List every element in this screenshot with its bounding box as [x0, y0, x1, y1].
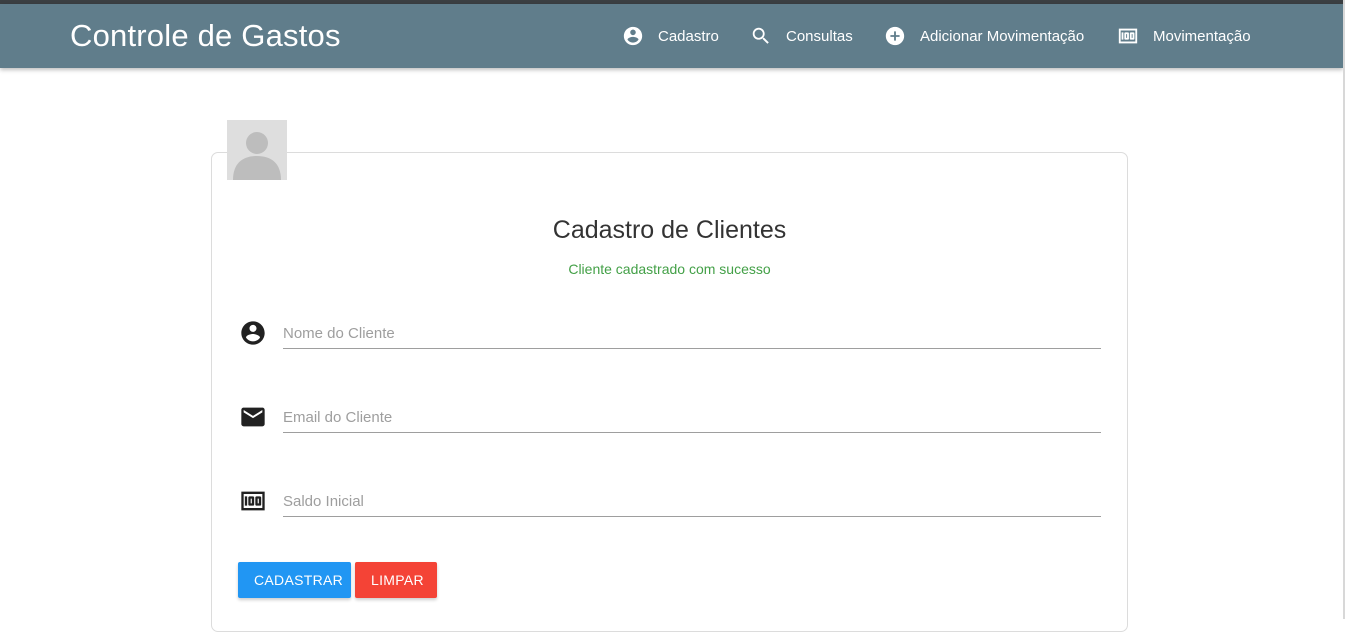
avatar-placeholder-icon [233, 132, 281, 180]
app-title[interactable]: Controle de Gastos [70, 18, 341, 54]
cadastrar-button[interactable]: CADASTRAR [238, 562, 351, 598]
account-circle-icon [622, 25, 644, 47]
avatar [227, 120, 287, 180]
email-icon [239, 403, 267, 431]
nav-item-movimentacao[interactable]: Movimentação [1117, 24, 1251, 48]
initial-balance-field[interactable] [283, 487, 1101, 517]
client-email-field[interactable] [283, 403, 1101, 433]
nav-item-adicionar-movimentacao[interactable]: Adicionar Movimentação [884, 24, 1084, 48]
add-circle-icon [884, 25, 906, 47]
nav-item-cadastro[interactable]: Cadastro [622, 24, 719, 48]
form-title: Cadastro de Clientes [552, 216, 787, 244]
nav-item-label: Consultas [786, 27, 853, 45]
top-navbar: Controle de Gastos Cadastro Consultas Ad… [0, 4, 1343, 68]
nav-item-label: Movimentação [1153, 27, 1251, 45]
money-icon [239, 487, 267, 515]
client-name-field[interactable] [283, 319, 1101, 349]
success-message: Cliente cadastrado com sucesso [568, 261, 771, 277]
nav-item-label: Adicionar Movimentação [920, 27, 1085, 45]
nav-item-consultas[interactable]: Consultas [750, 24, 853, 48]
money-icon [1117, 25, 1139, 47]
account-circle-icon [239, 319, 267, 347]
nav-item-label: Cadastro [658, 27, 719, 45]
search-icon [750, 25, 772, 47]
limpar-button[interactable]: LIMPAR [355, 562, 437, 598]
